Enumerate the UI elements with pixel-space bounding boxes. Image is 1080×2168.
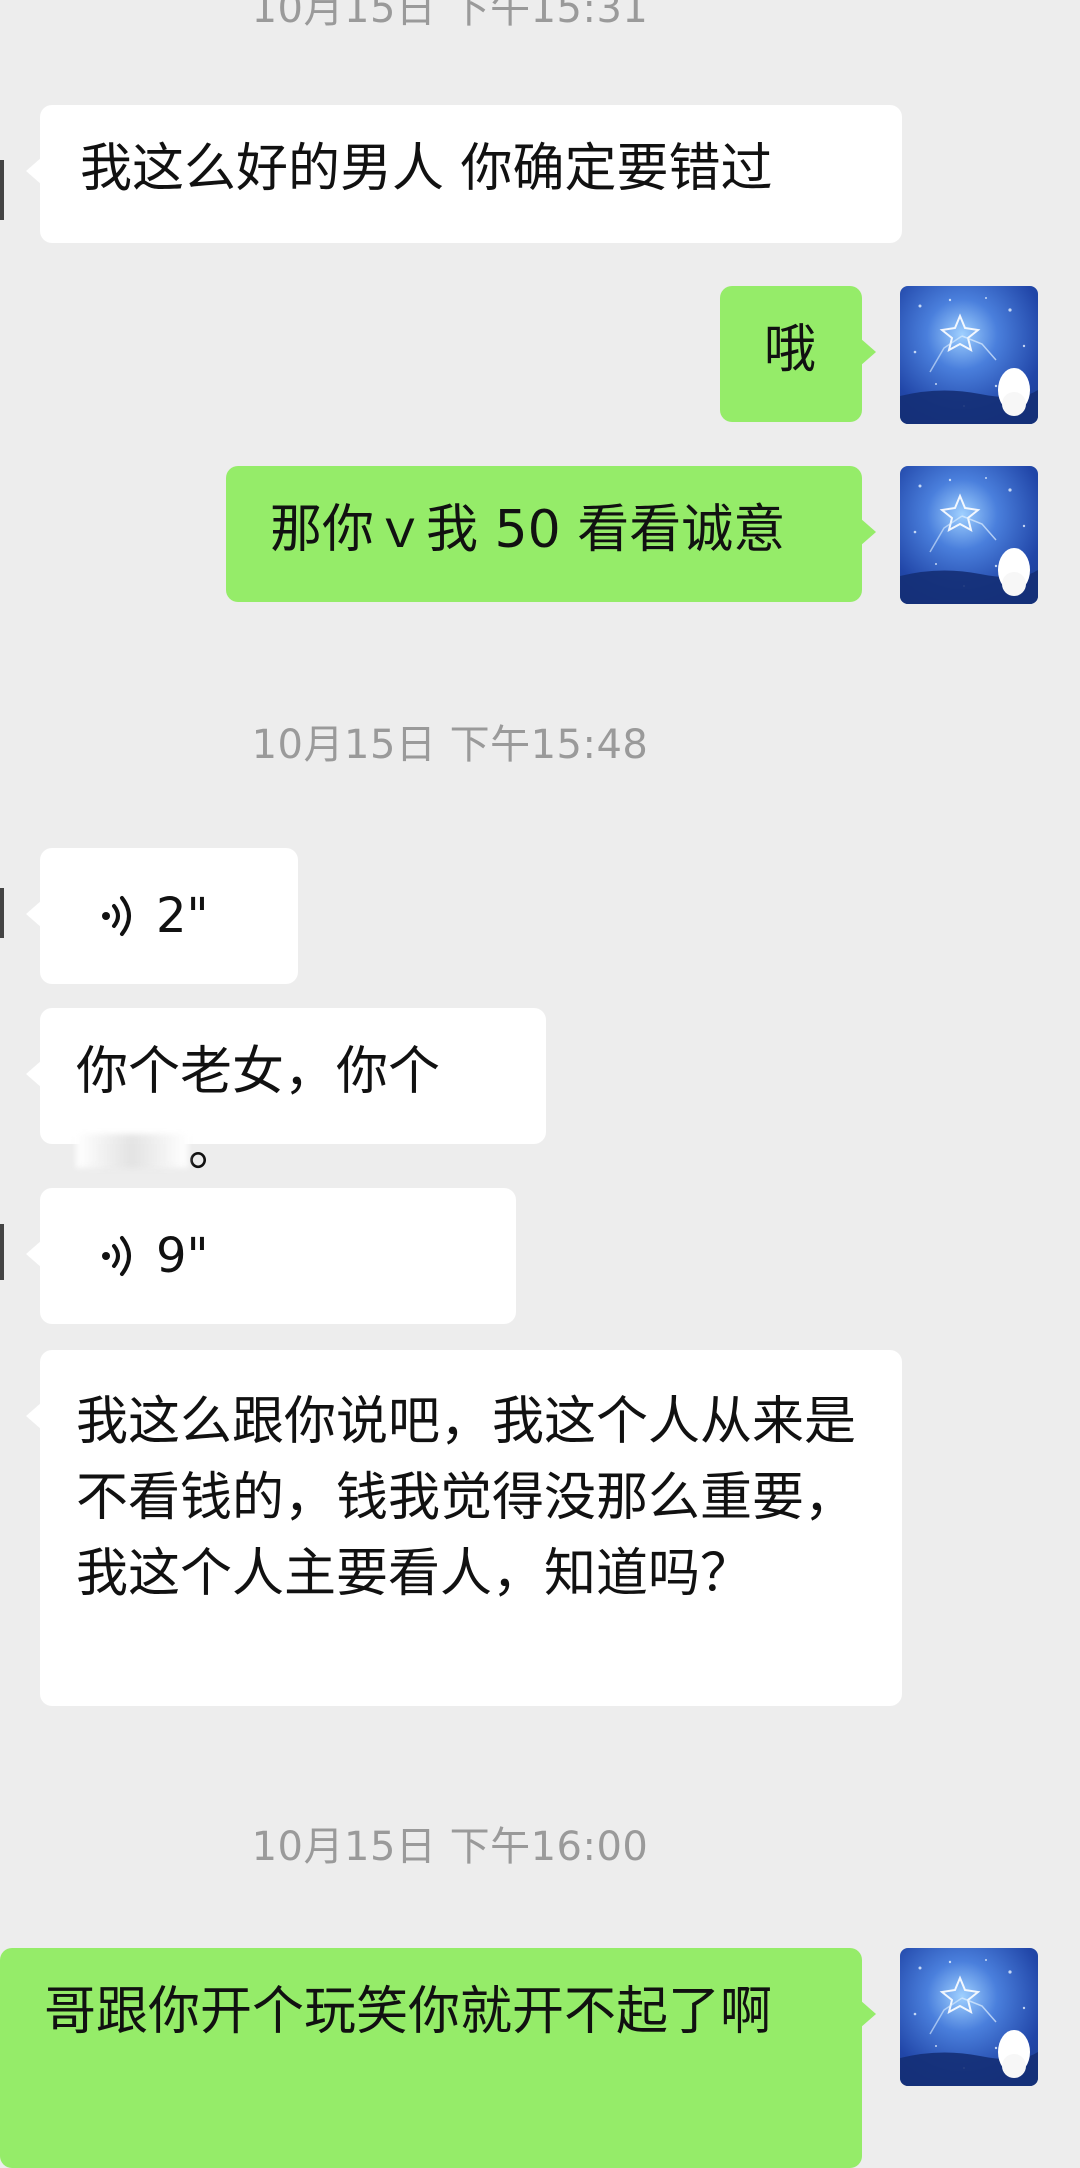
starry-night-icon xyxy=(900,477,1038,604)
voice-duration: 2" xyxy=(156,888,209,944)
edge-marker xyxy=(0,160,4,220)
message-outgoing[interactable]: 哥跟你开个玩笑你就开不起了啊 xyxy=(0,1948,876,2168)
timestamp: 10月15日 下午15:48 xyxy=(251,722,649,768)
message-outgoing[interactable]: 哦 xyxy=(720,286,876,422)
message-incoming[interactable]: 我这么跟你说吧，我这个人从来是不看钱的，钱我觉得没那么重要，我这个人主要看人，知… xyxy=(26,1350,902,1706)
message-bubble[interactable]: 我这么跟你说吧，我这个人从来是不看钱的，钱我觉得没那么重要，我这个人主要看人，知… xyxy=(26,1350,902,1706)
voice-message[interactable]: 2" xyxy=(26,848,298,984)
voice-bubble[interactable]: 9" xyxy=(26,1188,516,1324)
timestamp-top-partial: 10月15日 下午15:31 xyxy=(251,0,649,32)
edge-marker xyxy=(0,888,4,938)
starry-night-avatar[interactable] xyxy=(900,466,1038,604)
message-text: 哦 xyxy=(764,320,817,380)
starry-night-avatar[interactable] xyxy=(900,1948,1038,2086)
message-text: 那你ｖ我 50 看看诚意 xyxy=(270,500,786,560)
voice-duration: 9" xyxy=(156,1228,209,1284)
message-incoming[interactable]: 我这么好的男人 你确定要错过 xyxy=(26,105,902,243)
edge-marker xyxy=(0,1224,4,1280)
message-text: 哥跟你开个玩笑你就开不起了啊 xyxy=(44,1982,773,2042)
voice-bubble[interactable]: 2" xyxy=(26,848,298,984)
message-bubble[interactable]: 我这么好的男人 你确定要错过 xyxy=(26,105,902,243)
voice-message[interactable]: 9" xyxy=(26,1188,516,1324)
starry-night-icon xyxy=(900,297,1038,424)
message-outgoing[interactable]: 那你ｖ我 50 看看诚意 xyxy=(226,466,876,602)
message-bubble[interactable]: 哦 xyxy=(720,286,876,422)
starry-night-icon xyxy=(900,1959,1038,2086)
voice-wave-icon xyxy=(102,1236,131,1276)
message-incoming[interactable]: 你个老女，你个。 xyxy=(26,1008,546,1178)
message-text: 你个老女，你个 xyxy=(76,1042,441,1102)
redacted-text xyxy=(76,1134,188,1168)
message-text: 我这么好的男人 你确定要错过 xyxy=(80,139,773,199)
starry-night-avatar[interactable] xyxy=(900,286,1038,424)
message-text: 我这么跟你说吧，我这个人从来是不看钱的，钱我觉得没那么重要，我这个人主要看人，知… xyxy=(76,1392,857,1604)
period-mark: 。 xyxy=(188,1118,241,1178)
chat-conversation: 10月15日 下午15:31 我这么好的男人 你确定要错过 哦 那你ｖ我 50 … xyxy=(0,0,1080,2168)
voice-wave-icon xyxy=(102,896,131,936)
message-bubble[interactable]: 哥跟你开个玩笑你就开不起了啊 xyxy=(0,1948,876,2168)
message-bubble[interactable]: 你个老女，你个。 xyxy=(26,1008,546,1178)
timestamp: 10月15日 下午16:00 xyxy=(251,1824,649,1870)
message-bubble[interactable]: 那你ｖ我 50 看看诚意 xyxy=(226,466,876,602)
